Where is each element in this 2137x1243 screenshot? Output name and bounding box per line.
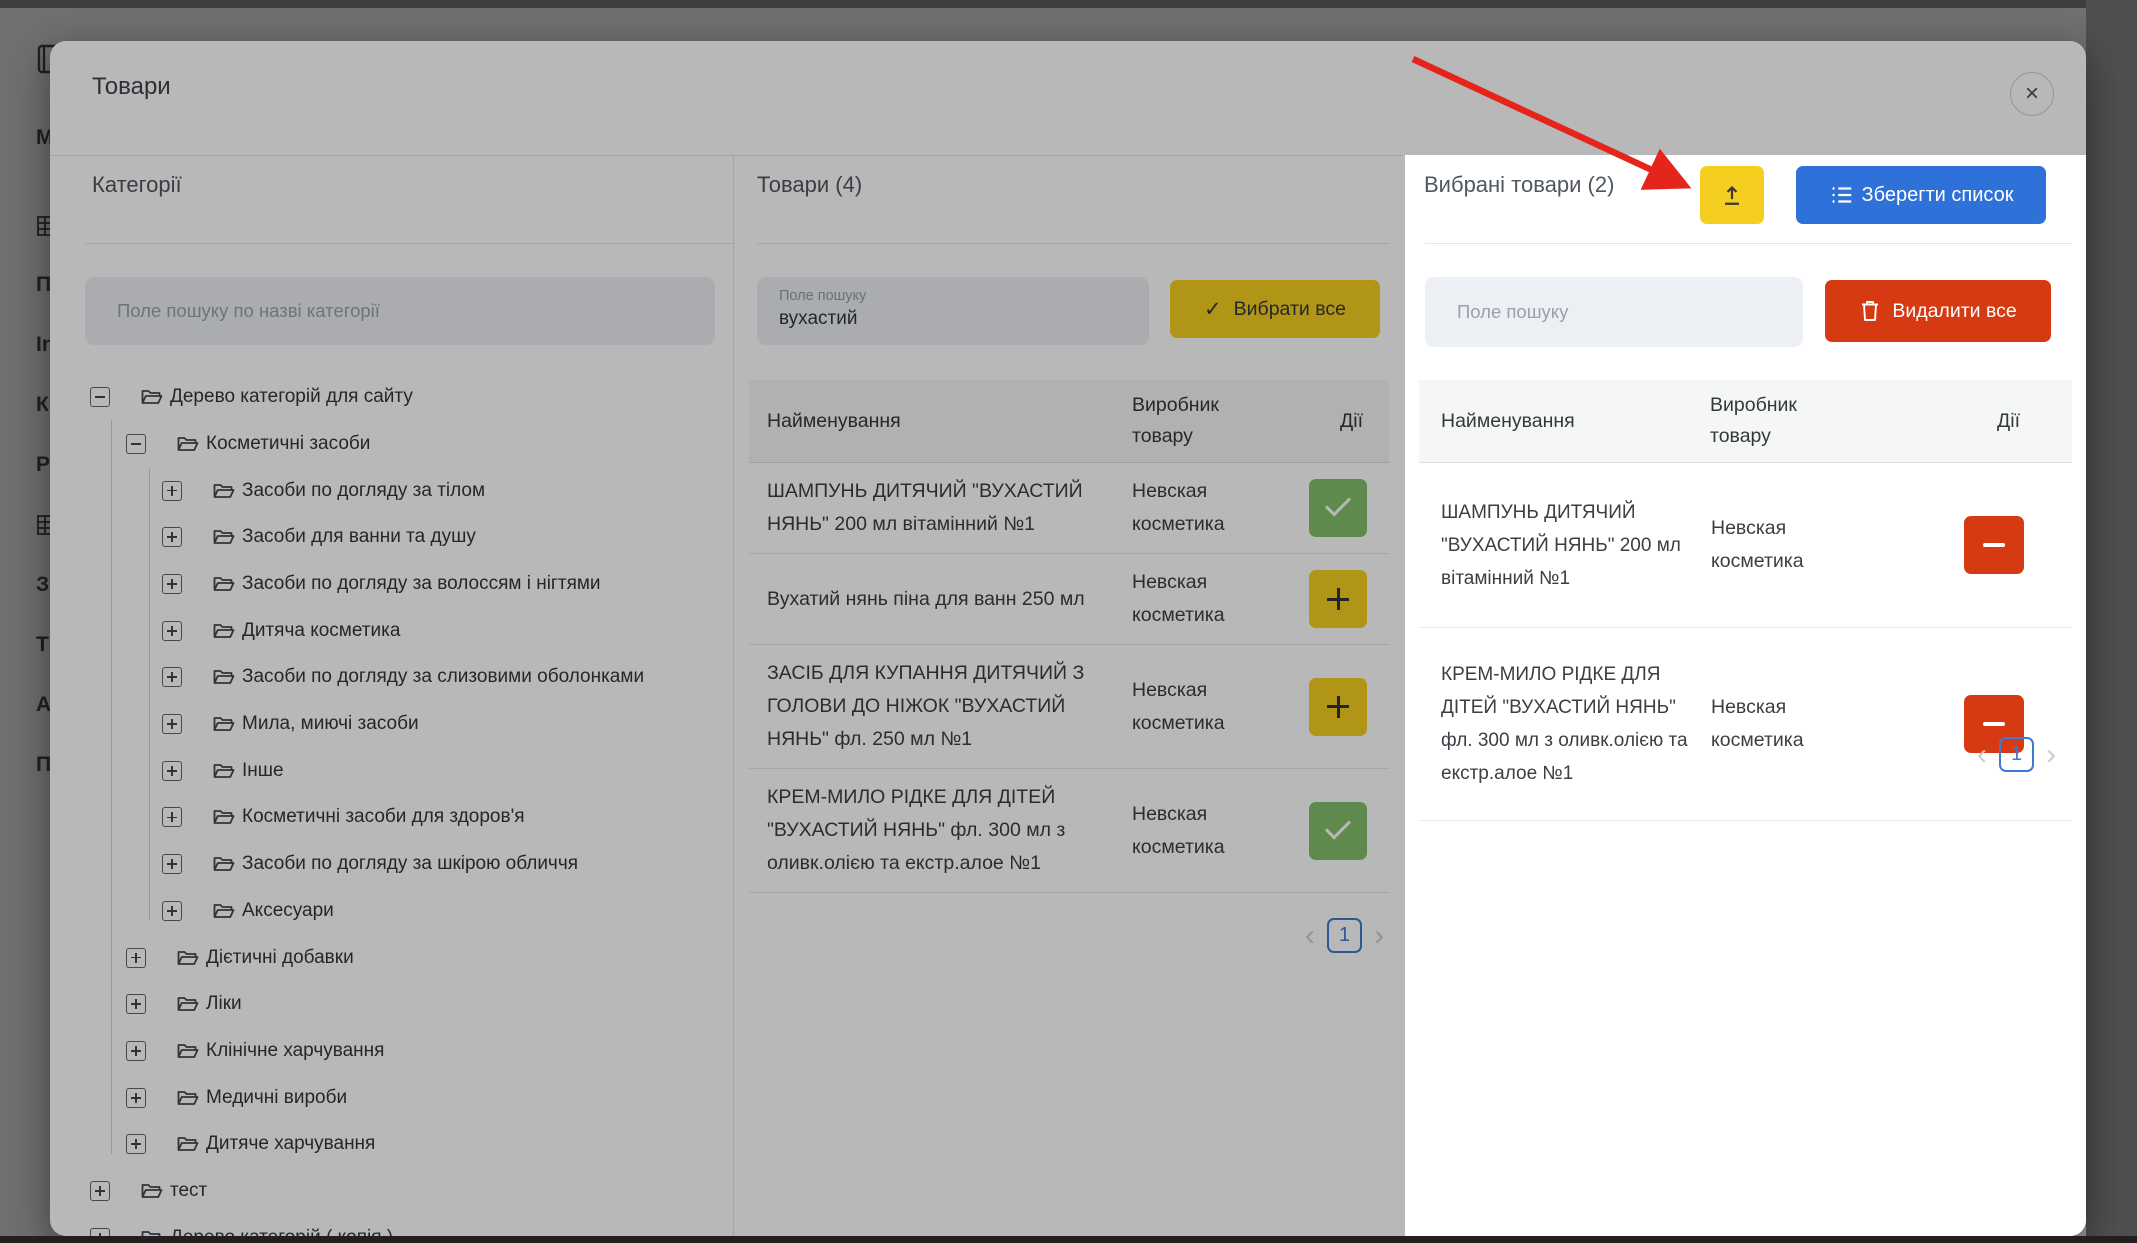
- selected-table-header: Найменування Виробник товару Дії: [1419, 380, 2072, 463]
- screen: M П In К Р З Т А П Товари × Категорії По…: [0, 0, 2137, 1243]
- column-header-name: Найменування: [1441, 409, 1575, 432]
- selected-table: Найменування Виробник товару Дії ШАМПУНЬ…: [1419, 380, 2072, 821]
- selected-search-input[interactable]: [1425, 277, 1803, 347]
- selected-products-panel: Вибрані товари (2) Зберегти список Поле …: [1403, 155, 2086, 1236]
- selected-row: ШАМПУНЬ ДИТЯЧИЙ "ВУХАСТИЙ НЯНЬ" 200 мл в…: [1419, 463, 2072, 628]
- dim-overlay: [2086, 155, 2137, 1243]
- selected-row: КРЕМ-МИЛО РІДКЕ ДЛЯ ДІТЕЙ "ВУХАСТИЙ НЯНЬ…: [1419, 628, 2072, 821]
- dim-overlay: [0, 155, 1405, 1243]
- column-header-actions: Дії: [1997, 409, 2020, 432]
- minus-icon: [1983, 543, 2005, 547]
- delete-all-button[interactable]: Видалити все: [1825, 280, 2051, 342]
- product-name: КРЕМ-МИЛО РІДКЕ ДЛЯ ДІТЕЙ "ВУХАСТИЙ НЯНЬ…: [1441, 664, 1688, 784]
- save-list-label: Зберегти список: [1861, 183, 2014, 206]
- prev-page-icon[interactable]: ‹: [1977, 737, 1987, 772]
- product-manufacturer: Невская косметика: [1711, 517, 1804, 572]
- next-page-icon[interactable]: ›: [2046, 737, 2056, 772]
- product-name: ШАМПУНЬ ДИТЯЧИЙ "ВУХАСТИЙ НЯНЬ" 200 мл в…: [1441, 501, 1681, 589]
- delete-all-label: Видалити все: [1892, 299, 2017, 322]
- upload-icon: [1725, 186, 1739, 205]
- column-header-manufacturer: Виробник товару: [1710, 394, 1797, 447]
- selected-underline: [1425, 243, 2072, 244]
- selected-heading: Вибрані товари (2): [1424, 172, 1615, 197]
- page-number[interactable]: 1: [1999, 737, 2034, 772]
- upload-button[interactable]: [1700, 166, 1764, 224]
- product-manufacturer: Невская косметика: [1711, 696, 1804, 751]
- save-list-button[interactable]: Зберегти список: [1796, 166, 2046, 224]
- minus-icon: [1983, 722, 2005, 726]
- page-bottom-edge: [0, 1236, 2137, 1243]
- selected-table-rows: ШАМПУНЬ ДИТЯЧИЙ "ВУХАСТИЙ НЯНЬ" 200 мл в…: [1419, 463, 2072, 821]
- remove-product-button[interactable]: [1964, 516, 2024, 574]
- trash-icon: [1862, 301, 1879, 321]
- dim-overlay: [0, 0, 2137, 155]
- list-icon: [1831, 187, 1851, 203]
- selected-pagination: ‹ 1 ›: [1977, 737, 2056, 772]
